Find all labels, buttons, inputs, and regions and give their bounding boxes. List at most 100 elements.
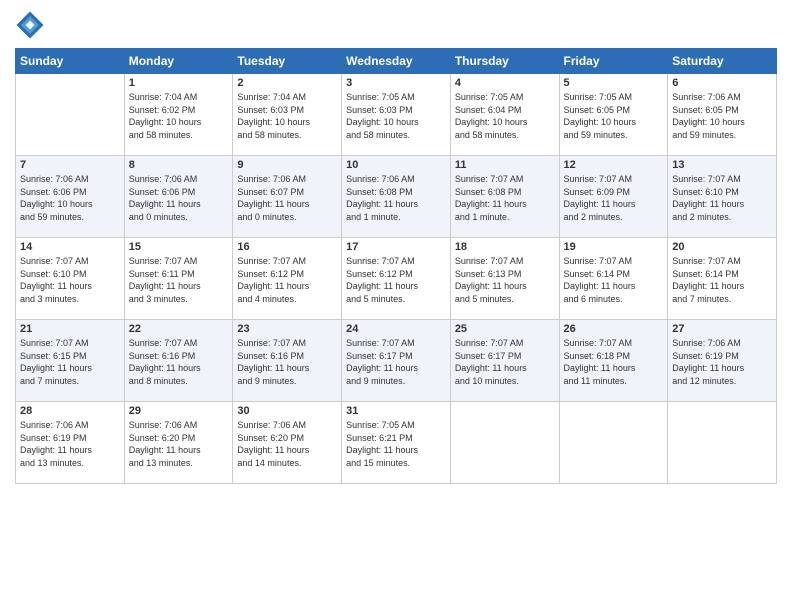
day-info: Sunrise: 7:07 AMSunset: 6:12 PMDaylight:… [237, 255, 337, 305]
calendar-cell: 4 Sunrise: 7:05 AMSunset: 6:04 PMDaylight… [450, 74, 559, 156]
day-number: 16 [237, 241, 337, 253]
day-info: Sunrise: 7:05 AMSunset: 6:05 PMDaylight:… [564, 91, 664, 141]
day-info: Sunrise: 7:07 AMSunset: 6:14 PMDaylight:… [672, 255, 772, 305]
day-info: Sunrise: 7:07 AMSunset: 6:10 PMDaylight:… [672, 173, 772, 223]
calendar-week-3: 14 Sunrise: 7:07 AMSunset: 6:10 PMDayligh… [16, 238, 777, 320]
calendar-week-4: 21 Sunrise: 7:07 AMSunset: 6:15 PMDayligh… [16, 320, 777, 402]
calendar-cell: 19 Sunrise: 7:07 AMSunset: 6:14 PMDayligh… [559, 238, 668, 320]
day-info: Sunrise: 7:06 AMSunset: 6:07 PMDaylight:… [237, 173, 337, 223]
calendar-cell: 30Sunrise: 7:06 AMSunset: 6:20 PMDayligh… [233, 402, 342, 484]
day-info: Sunrise: 7:04 AMSunset: 6:03 PMDaylight:… [237, 91, 337, 141]
calendar-cell [16, 74, 125, 156]
day-info: Sunrise: 7:07 AMSunset: 6:14 PMDaylight:… [564, 255, 664, 305]
day-info: Sunrise: 7:06 AMSunset: 6:08 PMDaylight:… [346, 173, 446, 223]
weekday-header-friday: Friday [559, 49, 668, 74]
logo [15, 10, 49, 40]
day-number: 24 [346, 323, 446, 335]
calendar-cell: 24Sunrise: 7:07 AMSunset: 6:17 PMDayligh… [342, 320, 451, 402]
calendar-cell: 21 Sunrise: 7:07 AMSunset: 6:15 PMDayligh… [16, 320, 125, 402]
weekday-header-sunday: Sunday [16, 49, 125, 74]
logo-icon [15, 10, 45, 40]
day-number: 15 [129, 241, 229, 253]
day-info: Sunrise: 7:07 AMSunset: 6:15 PMDaylight:… [20, 337, 120, 387]
calendar-cell: 2 Sunrise: 7:04 AMSunset: 6:03 PMDaylight… [233, 74, 342, 156]
day-number: 2 [237, 77, 337, 89]
day-number: 8 [129, 159, 229, 171]
calendar-cell: 22 Sunrise: 7:07 AMSunset: 6:16 PMDayligh… [124, 320, 233, 402]
day-info: Sunrise: 7:06 AMSunset: 6:06 PMDaylight:… [20, 173, 120, 223]
day-info: Sunrise: 7:07 AMSunset: 6:16 PMDaylight:… [237, 337, 337, 387]
day-info: Sunrise: 7:06 AMSunset: 6:20 PMDaylight:… [237, 419, 337, 469]
weekday-header-wednesday: Wednesday [342, 49, 451, 74]
day-number: 6 [672, 77, 772, 89]
calendar-cell: 28Sunrise: 7:06 AMSunset: 6:19 PMDayligh… [16, 402, 125, 484]
day-number: 25 [455, 323, 555, 335]
day-number: 19 [564, 241, 664, 253]
calendar-cell: 17 Sunrise: 7:07 AMSunset: 6:12 PMDayligh… [342, 238, 451, 320]
weekday-header-monday: Monday [124, 49, 233, 74]
day-number: 29 [129, 405, 229, 417]
day-number: 7 [20, 159, 120, 171]
day-info: Sunrise: 7:06 AMSunset: 6:06 PMDaylight:… [129, 173, 229, 223]
day-info: Sunrise: 7:07 AMSunset: 6:12 PMDaylight:… [346, 255, 446, 305]
day-number: 20 [672, 241, 772, 253]
day-info: Sunrise: 7:05 AMSunset: 6:21 PMDaylight:… [346, 419, 446, 469]
calendar-cell: 20 Sunrise: 7:07 AMSunset: 6:14 PMDayligh… [668, 238, 777, 320]
day-info: Sunrise: 7:07 AMSunset: 6:11 PMDaylight:… [129, 255, 229, 305]
day-number: 21 [20, 323, 120, 335]
day-number: 26 [564, 323, 664, 335]
day-info: Sunrise: 7:06 AMSunset: 6:05 PMDaylight:… [672, 91, 772, 141]
day-number: 17 [346, 241, 446, 253]
calendar-week-2: 7 Sunrise: 7:06 AMSunset: 6:06 PMDaylight… [16, 156, 777, 238]
day-number: 4 [455, 77, 555, 89]
day-number: 22 [129, 323, 229, 335]
weekday-header-saturday: Saturday [668, 49, 777, 74]
day-number: 1 [129, 77, 229, 89]
day-number: 9 [237, 159, 337, 171]
day-number: 14 [20, 241, 120, 253]
calendar-cell [450, 402, 559, 484]
day-info: Sunrise: 7:07 AMSunset: 6:18 PMDaylight:… [564, 337, 664, 387]
calendar-cell: 13 Sunrise: 7:07 AMSunset: 6:10 PMDayligh… [668, 156, 777, 238]
day-info: Sunrise: 7:07 AMSunset: 6:09 PMDaylight:… [564, 173, 664, 223]
day-info: Sunrise: 7:05 AMSunset: 6:04 PMDaylight:… [455, 91, 555, 141]
day-number: 23 [237, 323, 337, 335]
day-number: 10 [346, 159, 446, 171]
calendar-cell: 23 Sunrise: 7:07 AMSunset: 6:16 PMDayligh… [233, 320, 342, 402]
day-number: 3 [346, 77, 446, 89]
day-number: 13 [672, 159, 772, 171]
day-number: 18 [455, 241, 555, 253]
day-info: Sunrise: 7:07 AMSunset: 6:10 PMDaylight:… [20, 255, 120, 305]
calendar-cell: 9 Sunrise: 7:06 AMSunset: 6:07 PMDaylight… [233, 156, 342, 238]
calendar-cell: 5Sunrise: 7:05 AMSunset: 6:05 PMDaylight… [559, 74, 668, 156]
day-number: 11 [455, 159, 555, 171]
calendar-cell: 15 Sunrise: 7:07 AMSunset: 6:11 PMDayligh… [124, 238, 233, 320]
calendar-cell: 25Sunrise: 7:07 AMSunset: 6:17 PMDayligh… [450, 320, 559, 402]
day-info: Sunrise: 7:04 AMSunset: 6:02 PMDaylight:… [129, 91, 229, 141]
calendar-cell [668, 402, 777, 484]
calendar-cell: 8 Sunrise: 7:06 AMSunset: 6:06 PMDaylight… [124, 156, 233, 238]
calendar-cell: 10 Sunrise: 7:06 AMSunset: 6:08 PMDayligh… [342, 156, 451, 238]
day-info: Sunrise: 7:06 AMSunset: 6:19 PMDaylight:… [20, 419, 120, 469]
day-info: Sunrise: 7:07 AMSunset: 6:08 PMDaylight:… [455, 173, 555, 223]
calendar-cell: 3Sunrise: 7:05 AMSunset: 6:03 PMDaylight… [342, 74, 451, 156]
calendar-cell: 6 Sunrise: 7:06 AMSunset: 6:05 PMDaylight… [668, 74, 777, 156]
calendar-body: 1 Sunrise: 7:04 AMSunset: 6:02 PMDaylight… [16, 74, 777, 484]
calendar-cell: 27Sunrise: 7:06 AMSunset: 6:19 PMDayligh… [668, 320, 777, 402]
calendar-week-1: 1 Sunrise: 7:04 AMSunset: 6:02 PMDaylight… [16, 74, 777, 156]
day-info: Sunrise: 7:07 AMSunset: 6:16 PMDaylight:… [129, 337, 229, 387]
calendar-cell [559, 402, 668, 484]
calendar-cell: 14 Sunrise: 7:07 AMSunset: 6:10 PMDayligh… [16, 238, 125, 320]
calendar-cell: 18 Sunrise: 7:07 AMSunset: 6:13 PMDayligh… [450, 238, 559, 320]
day-number: 12 [564, 159, 664, 171]
calendar-cell: 16 Sunrise: 7:07 AMSunset: 6:12 PMDayligh… [233, 238, 342, 320]
calendar-cell: 31 Sunrise: 7:05 AMSunset: 6:21 PMDayligh… [342, 402, 451, 484]
day-info: Sunrise: 7:07 AMSunset: 6:13 PMDaylight:… [455, 255, 555, 305]
calendar-cell: 29 Sunrise: 7:06 AMSunset: 6:20 PMDayligh… [124, 402, 233, 484]
day-info: Sunrise: 7:06 AMSunset: 6:19 PMDaylight:… [672, 337, 772, 387]
day-number: 31 [346, 405, 446, 417]
day-info: Sunrise: 7:06 AMSunset: 6:20 PMDaylight:… [129, 419, 229, 469]
calendar-cell: 26 Sunrise: 7:07 AMSunset: 6:18 PMDayligh… [559, 320, 668, 402]
calendar-cell: 12 Sunrise: 7:07 AMSunset: 6:09 PMDayligh… [559, 156, 668, 238]
page: SundayMondayTuesdayWednesdayThursdayFrid… [0, 0, 792, 612]
